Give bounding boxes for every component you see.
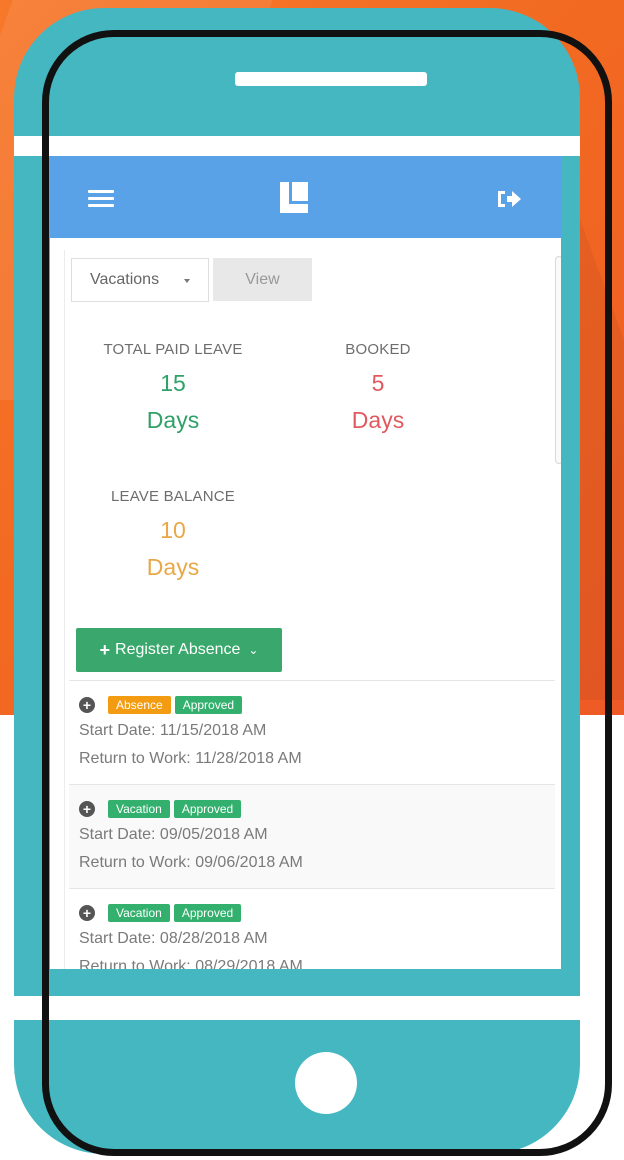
booked-stat: BOOKED 5 Days bbox=[278, 341, 478, 434]
register-absence-label: Register Absence bbox=[115, 641, 241, 658]
start-date: Start Date: 08/28/2018 AM bbox=[79, 930, 268, 947]
leave-type-select[interactable]: Vacations bbox=[71, 258, 209, 302]
stat-label: TOTAL PAID LEAVE bbox=[103, 341, 243, 358]
return-date: Return to Work: 11/28/2018 AM bbox=[79, 750, 302, 767]
start-date: Start Date: 09/05/2018 AM bbox=[79, 826, 268, 843]
start-date: Start Date: 11/15/2018 AM bbox=[79, 722, 267, 739]
leave-type-badge: Vacation bbox=[108, 904, 170, 922]
hamburger-menu-icon[interactable] bbox=[88, 190, 114, 208]
dropdown-caret-icon bbox=[184, 279, 190, 283]
chevron-down-icon: ⌄ bbox=[248, 643, 259, 657]
list-item[interactable]: + Vacation Approved Start Date: 09/05/20… bbox=[69, 784, 555, 888]
plus-icon: + bbox=[99, 639, 111, 660]
stat-value: 15 bbox=[160, 370, 186, 396]
phone-screen: Vacations View TOTAL PAID LEAVE 15 Days … bbox=[50, 156, 561, 969]
stat-label: LEAVE BALANCE bbox=[110, 488, 236, 505]
phone-divider-bottom bbox=[14, 996, 580, 1020]
status-badge: Approved bbox=[174, 696, 243, 714]
expand-plus-icon[interactable]: + bbox=[79, 697, 95, 713]
main-content: Vacations View TOTAL PAID LEAVE 15 Days … bbox=[64, 250, 561, 969]
app-header bbox=[50, 156, 561, 238]
stat-unit: Days bbox=[146, 407, 200, 433]
phone-speaker bbox=[235, 72, 427, 86]
leave-type-selected: Vacations bbox=[90, 271, 160, 288]
leave-type-badge: Absence bbox=[108, 696, 171, 714]
leave-balance-stat: LEAVE BALANCE 10 Days bbox=[73, 488, 273, 581]
return-date: Return to Work: 08/29/2018 AM bbox=[79, 958, 303, 969]
app-logo-icon bbox=[280, 182, 308, 213]
total-paid-leave-stat: TOTAL PAID LEAVE 15 Days bbox=[73, 341, 273, 434]
phone-home-button bbox=[295, 1052, 357, 1114]
scrollbar[interactable] bbox=[555, 256, 561, 464]
leave-request-list: + Absence Approved Start Date: 11/15/201… bbox=[69, 680, 555, 969]
list-item[interactable]: + Absence Approved Start Date: 11/15/201… bbox=[69, 680, 555, 784]
leave-type-badge: Vacation bbox=[108, 800, 170, 818]
return-date: Return to Work: 09/06/2018 AM bbox=[79, 854, 303, 871]
sign-out-icon[interactable] bbox=[496, 188, 522, 210]
stat-unit: Days bbox=[351, 407, 405, 433]
view-button[interactable]: View bbox=[213, 258, 312, 301]
stat-value: 5 bbox=[371, 370, 385, 396]
stat-value: 10 bbox=[160, 517, 186, 543]
status-badge: Approved bbox=[173, 904, 242, 922]
expand-plus-icon[interactable]: + bbox=[79, 801, 95, 817]
phone-divider-top bbox=[14, 136, 580, 156]
status-badge: Approved bbox=[173, 800, 242, 818]
stat-unit: Days bbox=[146, 554, 200, 580]
register-absence-button[interactable]: + Register Absence ⌄ bbox=[76, 628, 282, 672]
list-item[interactable]: + Vacation Approved Start Date: 08/28/20… bbox=[69, 888, 555, 969]
expand-plus-icon[interactable]: + bbox=[79, 905, 95, 921]
stat-label: BOOKED bbox=[345, 341, 411, 358]
